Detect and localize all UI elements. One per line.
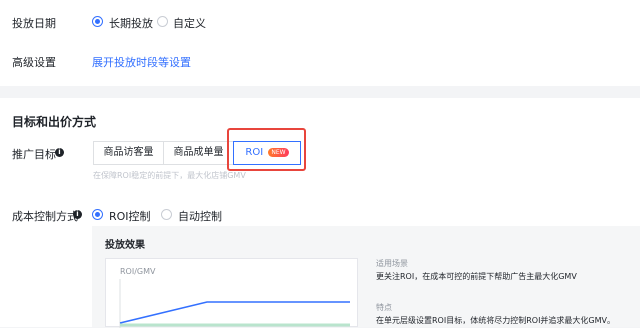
roi-line [119,301,350,324]
effect-title: 投放效果 [105,240,145,251]
radio-long-term[interactable] [92,16,103,27]
effect-chart: ROI/GMV [105,258,358,328]
promo-goal-label: 推广目标 [12,148,56,161]
option-custom-label[interactable]: 自定义 [173,15,206,31]
scenario-label: 适用场景 [376,259,408,268]
option-long-term-label[interactable]: 长期投放 [109,15,153,31]
segment-orders[interactable]: 商品成单量 [163,141,234,165]
radio-auto-control[interactable] [161,209,172,220]
option-roi-control-label[interactable]: ROI控制 [109,208,151,224]
info-icon[interactable]: i [55,148,64,157]
advanced-label: 高级设置 [12,56,56,69]
scenario-text: 更关注ROI，在成本可控的前提下帮助广告主最大化GMV [376,272,577,281]
goal-hint: 在保障ROI稳定的前提下，最大化店铺GMV [93,171,246,180]
feature-label: 特点 [376,303,392,312]
cost-control-label: 成本控制方式 [12,210,78,223]
schedule-label: 投放日期 [12,17,56,30]
info-icon[interactable]: i [73,210,82,219]
radio-roi-control[interactable] [92,209,103,220]
expand-settings-link[interactable]: 展开投放时段等设置 [92,54,191,70]
radio-custom[interactable] [157,16,168,27]
option-auto-control-label[interactable]: 自动控制 [178,208,222,224]
segment-visitors[interactable]: 商品访客量 [93,141,164,165]
chart-svg [119,279,350,328]
section-title: 目标和出价方式 [12,115,97,129]
schedule-card [0,0,640,86]
highlight-box [227,128,306,171]
feature-text: 在单元层级设置ROI目标，体统将尽力控制ROI并追求最大化GMV。 [376,316,616,325]
